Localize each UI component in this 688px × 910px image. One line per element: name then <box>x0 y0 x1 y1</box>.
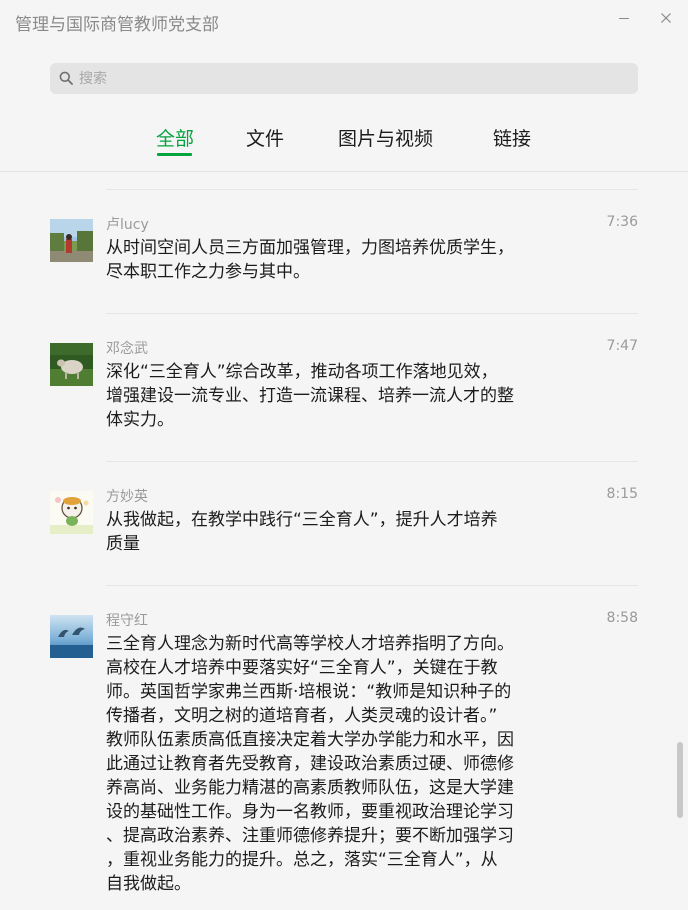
message-divider <box>106 189 638 190</box>
message-divider <box>106 461 638 462</box>
search-input[interactable] <box>79 63 619 94</box>
minimize-button[interactable] <box>609 6 639 30</box>
message-time: 8:15 <box>606 486 638 502</box>
avatar[interactable] <box>50 491 93 534</box>
dolphins-photo <box>50 615 93 658</box>
tab-files[interactable]: 文件 <box>246 124 284 154</box>
avatar[interactable] <box>50 615 93 658</box>
sender-name: 方妙英 <box>106 489 148 505</box>
message-time: 7:36 <box>606 214 638 230</box>
message-time: 8:58 <box>606 610 638 626</box>
avatar[interactable] <box>50 219 93 262</box>
tab-links[interactable]: 链接 <box>493 124 531 154</box>
active-tab-indicator <box>157 153 192 156</box>
sender-name: 卢lucy <box>106 217 149 233</box>
message-text: 深化“三全育人”综合改革，推动各项工作落地见效， 增强建设一流专业、打造一流课程… <box>106 362 514 430</box>
message-text: 从我做起，在教学中践行“三全育人”，提升人才培养 质量 <box>106 510 498 554</box>
person-on-path-photo <box>50 219 93 262</box>
close-button[interactable] <box>651 6 681 30</box>
title-bar: 管理与国际商管教师党支部 <box>0 0 688 42</box>
window-title: 管理与国际商管教师党支部 <box>15 15 219 35</box>
tab-all[interactable]: 全部 <box>156 124 194 154</box>
message-divider <box>106 585 638 586</box>
cartoon-character <box>50 491 93 534</box>
minimize-icon <box>619 17 629 19</box>
message-list[interactable]: 卢lucy 7:36 从时间空间人员三方面加强管理，力图培养优质学生， 尽本职工… <box>0 172 688 910</box>
chat-history-window: 管理与国际商管教师党支部 全部 文件 图片与视频 链接 <box>0 0 688 910</box>
message-divider <box>106 313 638 314</box>
search-box[interactable] <box>50 63 638 94</box>
search-icon <box>59 71 73 85</box>
sender-name: 程守红 <box>106 613 148 629</box>
avatar[interactable] <box>50 343 93 386</box>
message-time: 7:47 <box>606 338 638 354</box>
sheep-on-grass-photo <box>50 343 93 386</box>
tab-photos-videos[interactable]: 图片与视频 <box>338 124 433 154</box>
scrollbar-thumb[interactable] <box>677 742 683 818</box>
sender-name: 邓念武 <box>106 341 148 357</box>
close-icon <box>661 13 671 23</box>
message-text: 三全育人理念为新时代高等学校人才培养指明了方向。 高校在人才培养中要落实好“三全… <box>106 634 514 894</box>
message-text: 从时间空间人员三方面加强管理，力图培养优质学生， 尽本职工作之力参与其中。 <box>106 238 514 282</box>
